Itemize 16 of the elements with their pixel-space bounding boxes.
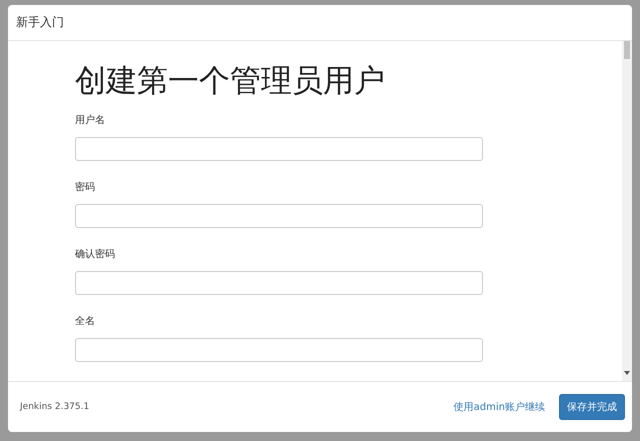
input-field[interactable] [75, 204, 483, 228]
scroll-down-icon[interactable] [624, 371, 630, 375]
continue-as-admin-link[interactable]: 使用admin账户继续 [454, 400, 545, 414]
input-field[interactable] [75, 271, 483, 295]
version-text: Jenkins 2.375.1 [20, 402, 90, 412]
page-heading: 创建第一个管理员用户 [75, 62, 386, 101]
input-field[interactable] [75, 137, 483, 161]
dialog-title: 新手入门 [16, 14, 64, 31]
field-label: 用户名 [75, 114, 106, 127]
save-and-finish-button[interactable]: 保存并完成 [559, 394, 625, 420]
field-label: 密码 [75, 180, 96, 194]
field-label: 全名 [75, 315, 96, 328]
field-label: 确认密码 [75, 248, 116, 261]
scrollbar-track[interactable] [622, 41, 632, 381]
input-field[interactable] [75, 338, 483, 362]
scrollbar-thumb[interactable] [624, 41, 630, 59]
